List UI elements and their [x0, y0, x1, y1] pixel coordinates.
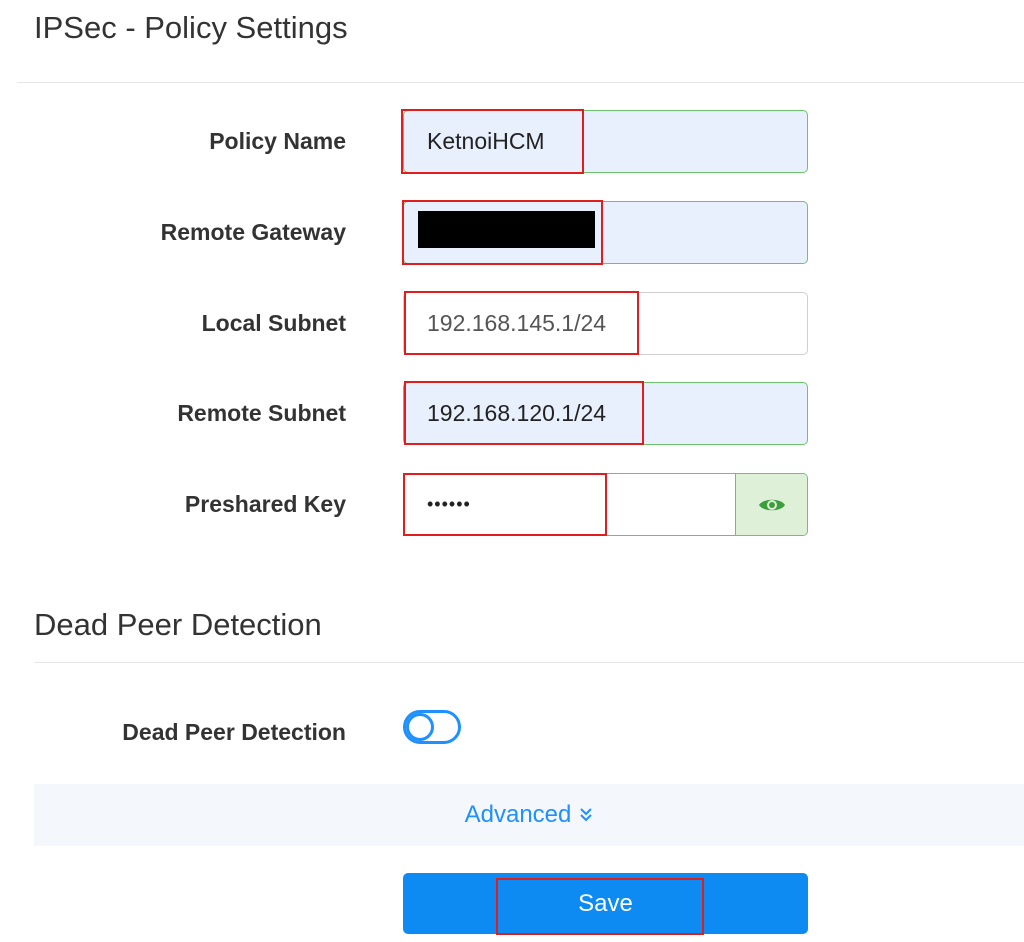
page-title: IPSec - Policy Settings: [34, 10, 348, 45]
save-button[interactable]: Save: [403, 873, 808, 934]
dpd-label: Dead Peer Detection: [122, 719, 346, 745]
show-password-button[interactable]: [735, 474, 807, 535]
header-divider: [17, 82, 1024, 83]
remote-gateway-label: Remote Gateway: [160, 219, 346, 245]
local-subnet-input[interactable]: 192.168.145.1/24: [403, 292, 808, 355]
policy-name-value: KetnoiHCM: [427, 128, 545, 154]
preshared-key-label: Preshared Key: [184, 491, 346, 517]
policy-name-input[interactable]: KetnoiHCM: [403, 110, 808, 173]
dpd-toggle[interactable]: [403, 710, 461, 744]
advanced-toggle[interactable]: Advanced: [465, 801, 594, 829]
advanced-label: Advanced: [464, 801, 572, 828]
local-subnet-value: 192.168.145.1/24: [427, 310, 607, 336]
remote-subnet-value: 192.168.120.1/24: [427, 400, 607, 426]
local-subnet-label: Local Subnet: [201, 310, 346, 336]
eye-icon: [758, 499, 785, 510]
toggle-knob: [406, 713, 434, 741]
advanced-bar: Advanced: [34, 784, 1024, 846]
remote-subnet-input[interactable]: 192.168.120.1/24: [403, 382, 808, 445]
remote-subnet-label: Remote Subnet: [177, 400, 346, 426]
double-chevron-down-icon: [580, 808, 593, 822]
preshared-key-input[interactable]: ••••••: [427, 474, 471, 535]
preshared-key-group: ••••••: [403, 473, 808, 536]
dpd-divider: [34, 662, 1024, 663]
redacted-block: [418, 211, 595, 248]
policy-name-label: Policy Name: [209, 128, 346, 154]
dpd-section-title: Dead Peer Detection: [34, 607, 322, 642]
